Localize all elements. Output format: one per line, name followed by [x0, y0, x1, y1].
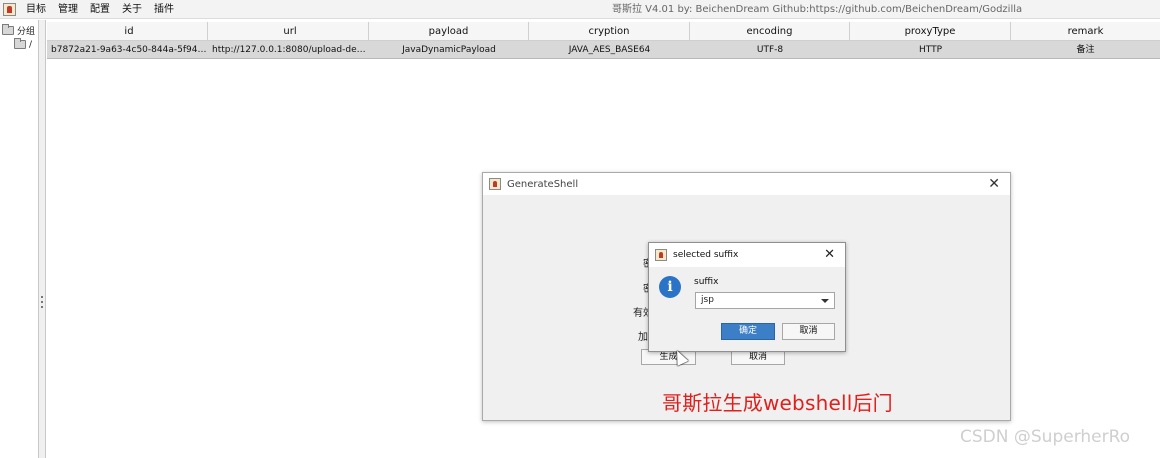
suffix-selected-value: jsp	[701, 295, 714, 305]
godzilla-app-icon	[3, 2, 16, 16]
column-header-id[interactable]: id	[47, 22, 208, 40]
cell-payload: JavaDynamicPayload	[402, 45, 496, 55]
selected-suffix-dialog: selected suffix ✕ i suffix jsp 确定 取消	[648, 242, 846, 352]
window-title: 哥斯拉 V4.01 by: BeichenDream Github:https:…	[612, 4, 1023, 15]
cell-cryption: JAVA_AES_BASE64	[568, 45, 651, 55]
folder-icon	[14, 38, 26, 49]
watermark: CSDN @SuperherRo	[960, 427, 1131, 447]
group-tree: 分组 /	[0, 20, 39, 458]
menu-manage[interactable]: 管理	[52, 0, 84, 19]
cryption-label: 加	[638, 332, 648, 343]
shell-table: id url payload cryption encoding proxyTy…	[47, 22, 1160, 59]
generate-shell-titlebar: GenerateShell ✕	[483, 173, 1010, 195]
folder-icon	[2, 24, 14, 35]
dialog-cancel-button[interactable]: 取消	[782, 323, 835, 340]
suffix-select[interactable]: jsp	[695, 292, 835, 309]
annotation-text: 哥斯拉生成webshell后门	[662, 391, 893, 415]
cell-encoding: UTF-8	[756, 45, 784, 55]
table-row[interactable]: b7872a21-9a63-4c50-844a-5f94d... http://…	[47, 41, 1160, 59]
cell-proxytype: HTTP	[918, 45, 943, 55]
tree-child-label: /	[29, 39, 33, 50]
column-header-encoding[interactable]: encoding	[690, 22, 850, 40]
menu-target[interactable]: 目标	[20, 0, 52, 19]
cell-url: http://127.0.0.1:8080/upload-dem...	[212, 45, 369, 55]
menu-bar: 目标 管理 配置 关于 插件 哥斯拉 V4.01 by: BeichenDrea…	[0, 0, 1160, 19]
tree-root-group[interactable]: 分组	[2, 24, 35, 37]
column-header-cryption[interactable]: cryption	[529, 22, 690, 40]
java-app-icon	[489, 178, 501, 190]
cell-remark: 备注	[1076, 45, 1095, 55]
java-app-icon	[655, 249, 667, 261]
panel-splitter[interactable]	[39, 20, 46, 458]
menu-config[interactable]: 配置	[84, 0, 116, 19]
generate-shell-title: GenerateShell	[507, 178, 579, 190]
info-icon: i	[659, 276, 681, 298]
tree-child-group[interactable]: /	[14, 38, 32, 51]
suffix-label: suffix	[694, 277, 719, 287]
column-header-url[interactable]: url	[208, 22, 369, 40]
chevron-down-icon	[821, 299, 829, 303]
tree-root-label: 分组	[17, 27, 36, 37]
close-icon[interactable]: ✕	[988, 176, 1000, 192]
column-header-remark[interactable]: remark	[1011, 22, 1160, 40]
ok-button[interactable]: 确定	[721, 323, 775, 340]
column-header-proxytype[interactable]: proxyType	[850, 22, 1011, 40]
dialog-titlebar: selected suffix ✕	[649, 243, 845, 267]
menu-plugins[interactable]: 插件	[148, 0, 180, 19]
table-header: id url payload cryption encoding proxyTy…	[47, 22, 1160, 41]
close-icon[interactable]: ✕	[824, 247, 835, 263]
column-header-payload[interactable]: payload	[369, 22, 529, 40]
dialog-title: selected suffix	[673, 250, 739, 260]
splitter-grip-icon	[41, 296, 44, 308]
cell-id: b7872a21-9a63-4c50-844a-5f94d...	[51, 45, 208, 55]
menu-about[interactable]: 关于	[116, 0, 148, 19]
